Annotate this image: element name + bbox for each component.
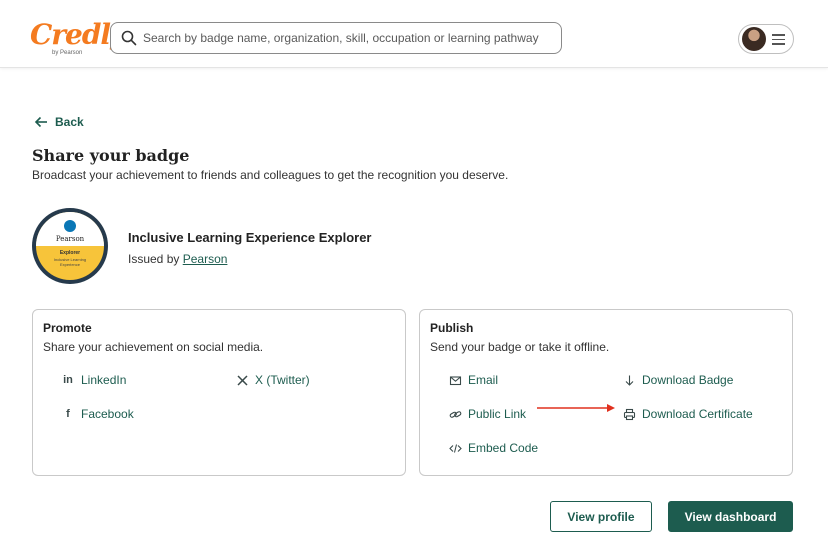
badge-image-title: Inclusive Learning Experience bbox=[53, 257, 87, 267]
page-title: Share your badge bbox=[32, 146, 190, 165]
credly-logo[interactable]: Credly by Pearson bbox=[30, 18, 126, 60]
link-icon bbox=[448, 407, 462, 421]
view-profile-button[interactable]: View profile bbox=[550, 501, 652, 532]
view-dashboard-button[interactable]: View dashboard bbox=[668, 501, 793, 532]
facebook-icon: f bbox=[66, 408, 70, 420]
logo-subtext: by Pearson bbox=[52, 50, 83, 56]
back-label: Back bbox=[55, 115, 84, 129]
pearson-mark-icon bbox=[64, 220, 76, 232]
promote-description: Share your achievement on social media. bbox=[43, 340, 264, 354]
option-label: Facebook bbox=[81, 407, 134, 421]
red-arrow-annotation bbox=[537, 404, 615, 412]
email-option[interactable]: Email bbox=[448, 371, 498, 389]
share-x-option[interactable]: X (Twitter) bbox=[235, 371, 310, 389]
back-link[interactable]: Back bbox=[34, 113, 84, 131]
publish-card: Publish Send your badge or take it offli… bbox=[419, 309, 793, 476]
share-facebook-option[interactable]: f Facebook bbox=[61, 405, 134, 423]
option-label: LinkedIn bbox=[81, 373, 127, 387]
issued-by-prefix: Issued by bbox=[128, 252, 180, 266]
linkedin-icon: in bbox=[63, 374, 73, 386]
issuer-link[interactable]: Pearson bbox=[183, 252, 228, 266]
email-icon bbox=[448, 373, 462, 387]
option-label: Download Badge bbox=[642, 373, 734, 387]
download-badge-option[interactable]: Download Badge bbox=[622, 371, 733, 389]
badge-image: Pearson Explorer Inclusive Learning Expe… bbox=[32, 208, 108, 284]
option-label: Download Certificate bbox=[642, 407, 753, 421]
search-input[interactable] bbox=[143, 28, 553, 48]
badge-image-issuer: Pearson bbox=[55, 235, 85, 243]
code-icon bbox=[448, 441, 462, 455]
arrow-left-icon bbox=[34, 116, 47, 128]
promote-card: Promote Share your achievement on social… bbox=[32, 309, 406, 476]
embed-code-option[interactable]: Embed Code bbox=[448, 439, 538, 457]
option-label: X (Twitter) bbox=[255, 373, 310, 387]
search-box[interactable] bbox=[110, 22, 562, 54]
option-label: Embed Code bbox=[468, 441, 539, 455]
avatar bbox=[742, 27, 766, 51]
badge-name: Inclusive Learning Experience Explorer bbox=[128, 230, 372, 245]
option-label: Public Link bbox=[468, 407, 527, 421]
publish-title: Publish bbox=[430, 321, 474, 335]
printer-icon bbox=[622, 407, 636, 421]
hamburger-menu-icon bbox=[772, 34, 785, 45]
option-label: Email bbox=[468, 373, 499, 387]
download-certificate-option[interactable]: Download Certificate bbox=[622, 405, 753, 423]
publish-description: Send your badge or take it offline. bbox=[430, 340, 610, 354]
user-menu-button[interactable] bbox=[738, 24, 794, 54]
x-icon bbox=[235, 373, 249, 387]
logo-wordmark: Credly bbox=[30, 18, 126, 51]
badge-issuer-line: Issued by Pearson bbox=[128, 252, 227, 266]
promote-title: Promote bbox=[43, 321, 92, 335]
top-navigation-bar: Credly by Pearson bbox=[0, 0, 828, 68]
search-icon bbox=[121, 30, 137, 46]
share-linkedin-option[interactable]: in LinkedIn bbox=[61, 371, 126, 389]
badge-image-level: Explorer bbox=[59, 250, 81, 256]
public-link-option[interactable]: Public Link bbox=[448, 405, 526, 423]
page-subtitle: Broadcast your achievement to friends an… bbox=[32, 168, 509, 182]
download-icon bbox=[622, 373, 636, 387]
